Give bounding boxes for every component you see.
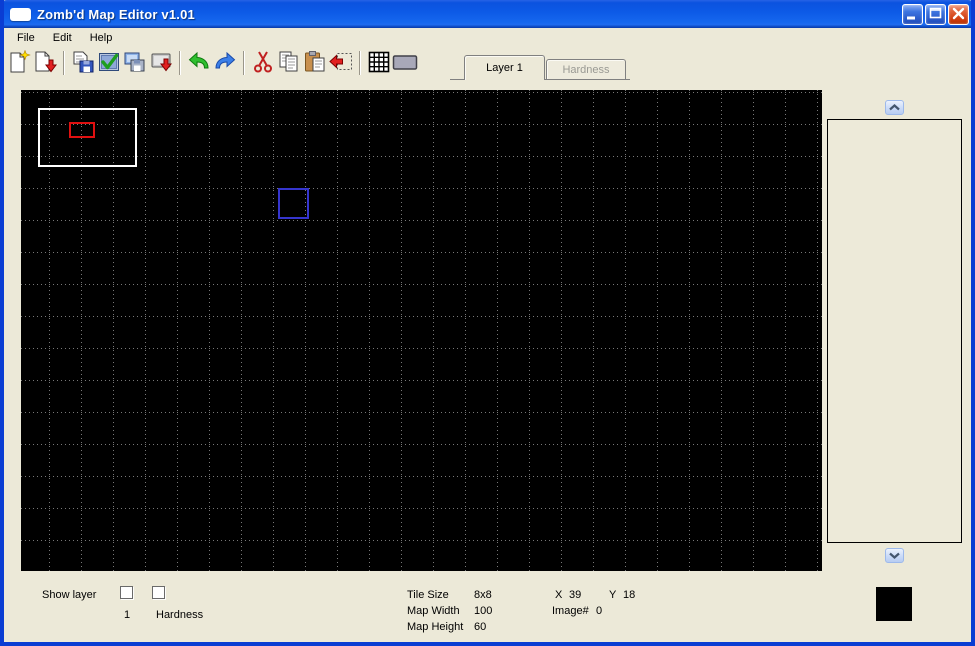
cursor-y-value: 18 <box>623 589 636 601</box>
grid-toggle-button[interactable] <box>367 50 392 76</box>
paste-selection-button[interactable] <box>329 50 354 76</box>
save-as-icon <box>123 50 147 77</box>
toolbar-separator <box>359 51 361 75</box>
menu-help[interactable]: Help <box>81 30 122 46</box>
export-button[interactable] <box>149 50 174 76</box>
grid-overlay <box>21 90 822 571</box>
apply-check-icon <box>97 50 121 77</box>
tab-layer1-label: Layer 1 <box>486 62 523 74</box>
maximize-icon <box>926 4 945 26</box>
undo-icon <box>187 50 211 77</box>
grid-icon <box>367 50 391 77</box>
paste-icon <box>303 50 327 77</box>
menu-bar: File Edit Help <box>4 28 971 47</box>
tiles-scroll-down-button[interactable] <box>885 548 904 563</box>
toolbar-separator <box>179 51 181 75</box>
toolbar <box>6 47 418 79</box>
app-window: Zomb'd Map Editor v1.01 File Edit Help L… <box>0 0 975 646</box>
menu-edit[interactable]: Edit <box>44 30 81 46</box>
open-button[interactable] <box>33 50 58 76</box>
tab-layer1[interactable]: Layer 1 <box>464 55 545 80</box>
save-button[interactable] <box>71 50 96 76</box>
cursor-x-value: 39 <box>569 589 582 601</box>
open-icon <box>33 50 58 77</box>
red-tile-marker <box>69 122 95 138</box>
image-number-label: Image# <box>552 605 589 617</box>
maximize-button[interactable] <box>925 4 946 25</box>
map-width-label: Map Width <box>407 605 460 617</box>
hardness-checkbox-label: Hardness <box>156 609 204 621</box>
app-icon <box>10 7 31 21</box>
blue-tile-cursor <box>278 188 309 219</box>
title-bar[interactable]: Zomb'd Map Editor v1.01 <box>4 0 971 28</box>
toolbar-separator <box>63 51 65 75</box>
redo-icon <box>213 50 237 77</box>
tab-hardness[interactable]: Hardness <box>546 59 626 79</box>
tile-view-button[interactable] <box>392 50 418 77</box>
apply-button[interactable] <box>97 50 122 76</box>
copy-button[interactable] <box>277 50 302 76</box>
map-canvas[interactable] <box>21 90 822 571</box>
redo-button[interactable] <box>213 50 238 76</box>
save-as-button[interactable] <box>123 50 148 76</box>
hardness-checkbox[interactable] <box>152 586 165 599</box>
paste-selection-icon <box>329 50 353 77</box>
tile-size-value: 8x8 <box>474 589 492 601</box>
undo-button[interactable] <box>187 50 212 76</box>
cut-icon <box>251 50 275 77</box>
save-icon <box>71 50 95 77</box>
image-number-value: 0 <box>596 605 603 617</box>
minimize-icon <box>903 4 922 26</box>
layer1-checkbox-label: 1 <box>124 609 131 621</box>
copy-icon <box>277 50 301 77</box>
tab-hardness-label: Hardness <box>562 63 610 76</box>
layer1-checkbox[interactable] <box>120 586 133 599</box>
toolbar-separator <box>243 51 245 75</box>
selected-tile-swatch <box>876 587 912 621</box>
window-title: Zomb'd Map Editor v1.01 <box>37 6 195 22</box>
export-icon <box>149 50 173 77</box>
map-height-value: 60 <box>474 621 487 633</box>
cut-button[interactable] <box>251 50 276 76</box>
chevron-down-icon <box>888 548 901 563</box>
close-icon <box>949 4 968 26</box>
cursor-y-label: Y <box>609 589 617 601</box>
map-height-label: Map Height <box>407 621 464 633</box>
tile-icon <box>392 50 418 77</box>
new-icon <box>7 49 31 77</box>
map-width-value: 100 <box>474 605 493 617</box>
minimize-button[interactable] <box>902 4 923 25</box>
chevron-up-icon <box>888 100 901 115</box>
tile-palette-panel[interactable] <box>827 119 962 543</box>
show-layer-label: Show layer <box>42 589 97 601</box>
tiles-scroll-up-button[interactable] <box>885 100 904 115</box>
tile-size-label: Tile Size <box>407 589 449 601</box>
close-button[interactable] <box>948 4 969 25</box>
menu-file[interactable]: File <box>8 30 44 46</box>
new-button[interactable] <box>7 49 32 77</box>
cursor-x-label: X <box>555 589 563 601</box>
paste-button[interactable] <box>303 50 328 76</box>
